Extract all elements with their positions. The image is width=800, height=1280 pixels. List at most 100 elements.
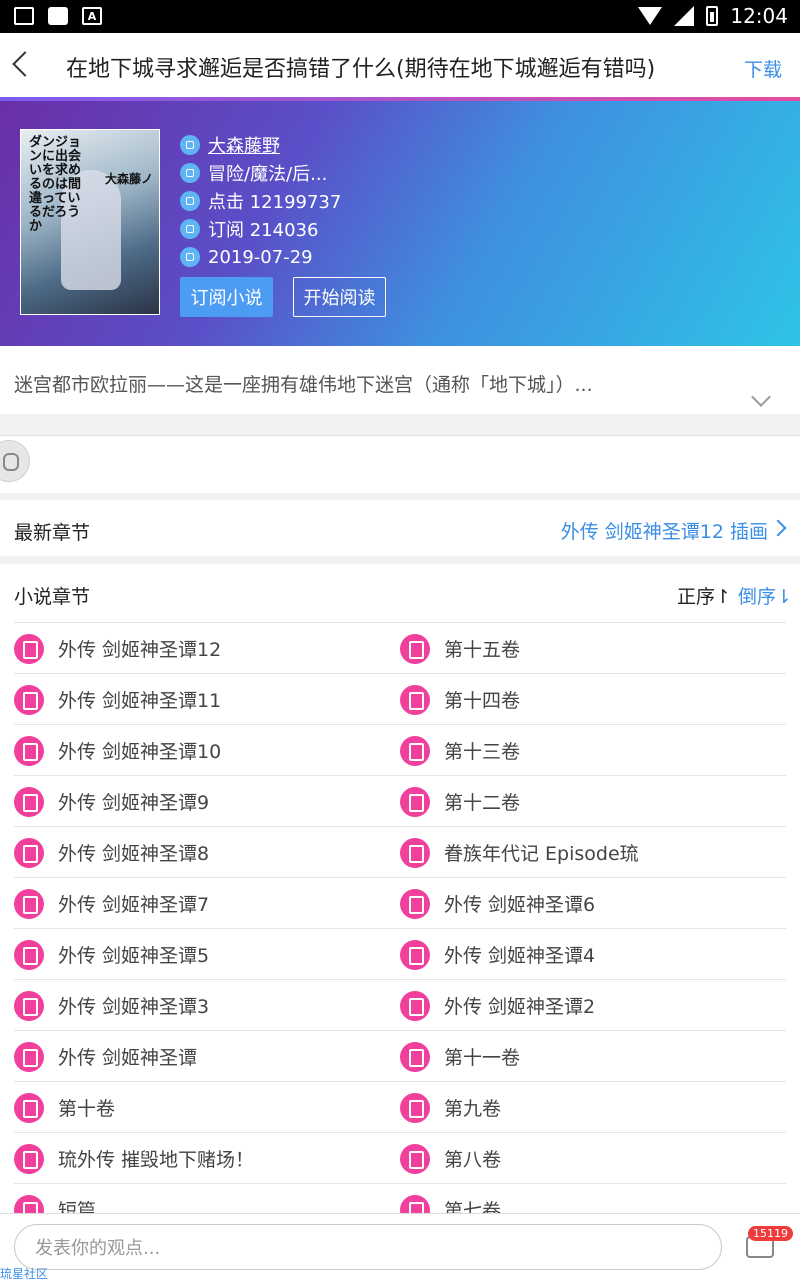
download-button[interactable]: 下载: [744, 55, 782, 82]
chapter-item[interactable]: 外传 剑姬神圣谭4: [400, 929, 595, 980]
battery-icon: [706, 6, 719, 26]
document-icon: [400, 939, 430, 970]
user-icon: [180, 135, 200, 155]
book-hero: ダンジョンに出会いを求めるのは間違っているだろうか 大森藤ノ 大森藤野 冒险/魔…: [0, 101, 800, 346]
document-icon: [14, 1092, 44, 1123]
chapter-item[interactable]: 第十二卷: [400, 776, 520, 827]
chapter-row: 外传 剑姬神圣谭11 第十四卷: [14, 673, 786, 724]
signal-icon: [674, 6, 695, 26]
chapter-item[interactable]: 外传 剑姬神圣谭5: [14, 929, 209, 980]
sort-descending-button[interactable]: 倒序⇂: [738, 582, 792, 609]
latest-chapter-row[interactable]: 最新章节 外传 剑姬神圣谭12 插画: [0, 500, 800, 556]
chapter-title: 外传 剑姬神圣谭3: [58, 996, 210, 1018]
chapter-title: 外传 剑姬神圣谭7: [58, 894, 210, 916]
start-reading-button[interactable]: 开始阅读: [293, 277, 386, 317]
comment-input[interactable]: 发表你的观点...: [14, 1224, 722, 1270]
tag-icon: [180, 163, 200, 183]
back-icon[interactable]: [12, 51, 38, 77]
chapter-item[interactable]: 外传 剑姬神圣谭9: [14, 776, 209, 827]
chapter-item[interactable]: 外传 剑姬神圣谭6: [400, 878, 595, 929]
community-link[interactable]: 琉星社区: [0, 1265, 48, 1280]
click-count: 点击 12199737: [208, 192, 342, 213]
chapter-title: 第十三卷: [444, 741, 521, 763]
document-icon: [14, 1041, 44, 1072]
clock-icon: [180, 247, 200, 267]
synopsis-text: 迷宫都市欧拉丽——这是一座拥有雄伟地下迷宫（通称「地下城」）...: [14, 374, 593, 396]
chapter-title: 外传 剑姬神圣谭: [58, 1047, 198, 1069]
subscribe-button[interactable]: 订阅小说: [180, 277, 273, 317]
tag-row: [0, 435, 800, 493]
chapter-section: 小说章节 正序↾ 倒序⇂ 外传 剑姬神圣谭12 第十五卷 外传 剑姬神圣谭11 …: [0, 564, 800, 1280]
document-icon: [14, 939, 44, 970]
book-meta: 大森藤野 冒险/魔法/后... 点击 12199737 订阅 214036 20…: [180, 131, 341, 271]
chapter-section-title: 小说章节: [14, 586, 91, 608]
text-notification-icon: A: [82, 7, 102, 25]
chapter-row: 外传 剑姬神圣谭5 外传 剑姬神圣谭4: [14, 928, 786, 979]
chapter-row: 外传 剑姬神圣谭 第十一卷: [14, 1030, 786, 1081]
book-cover[interactable]: ダンジョンに出会いを求めるのは間違っているだろうか 大森藤ノ: [20, 129, 160, 315]
comment-bar: 发表你的观点... 15119: [0, 1213, 800, 1280]
chapter-item[interactable]: 外传 剑姬神圣谭7: [14, 878, 209, 929]
chapter-title: 第八卷: [444, 1149, 502, 1171]
chapter-title: 第十四卷: [444, 690, 521, 712]
chapter-title: 第十五卷: [444, 639, 521, 661]
chapter-row: 外传 剑姬神圣谭8 眷族年代记 Episode琉: [14, 826, 786, 877]
chevron-right-icon: [769, 519, 787, 537]
chapter-title: 外传 剑姬神圣谭11: [58, 690, 222, 712]
chapter-title: 外传 剑姬神圣谭4: [444, 945, 596, 967]
chapter-item[interactable]: 外传 剑姬神圣谭: [14, 1031, 197, 1082]
clock: 12:04: [730, 4, 788, 28]
chapter-row: 琉外传 摧毁地下赌场！ 第八卷: [14, 1132, 786, 1183]
chapter-title: 外传 剑姬神圣谭9: [58, 792, 210, 814]
document-icon: [14, 888, 44, 919]
chapter-item[interactable]: 外传 剑姬神圣谭10: [14, 725, 221, 776]
chapter-item[interactable]: 第十四卷: [400, 674, 520, 725]
chapter-title: 外传 剑姬神圣谭2: [444, 996, 596, 1018]
tag-icon: [180, 191, 200, 211]
chapter-title: 琉外传 摧毁地下赌场！: [58, 1149, 255, 1171]
bug-icon[interactable]: [0, 440, 30, 482]
chapter-item[interactable]: 第十三卷: [400, 725, 520, 776]
chapter-row: 外传 剑姬神圣谭3 外传 剑姬神圣谭2: [14, 979, 786, 1030]
document-icon: [400, 837, 430, 868]
document-icon: [14, 684, 44, 715]
document-icon: [400, 888, 430, 919]
chapter-title: 外传 剑姬神圣谭12: [58, 639, 222, 661]
chapter-item[interactable]: 第十五卷: [400, 623, 520, 674]
latest-chapter-link[interactable]: 外传 剑姬神圣谭12 插画: [561, 517, 768, 544]
chapter-item[interactable]: 琉外传 摧毁地下赌场！: [14, 1133, 254, 1184]
notification-icon: [48, 7, 68, 25]
chapter-item[interactable]: 第十一卷: [400, 1031, 520, 1082]
chapter-item[interactable]: 外传 剑姬神圣谭11: [14, 674, 221, 725]
chapter-title: 第九卷: [444, 1098, 502, 1120]
tag-icon: [180, 219, 200, 239]
chapter-title: 第十卷: [58, 1098, 116, 1120]
chapter-item[interactable]: 外传 剑姬神圣谭2: [400, 980, 595, 1031]
sort-ascending-button[interactable]: 正序↾: [677, 582, 731, 609]
comment-count-badge: 15119: [748, 1226, 793, 1241]
chapter-row: 外传 剑姬神圣谭10 第十三卷: [14, 724, 786, 775]
chapter-item[interactable]: 外传 剑姬神圣谭3: [14, 980, 209, 1031]
chapter-title: 外传 剑姬神圣谭5: [58, 945, 210, 967]
page-title: 在地下城寻求邂逅是否搞错了什么(期待在地下城邂逅有错吗): [66, 57, 656, 82]
chapter-item[interactable]: 外传 剑姬神圣谭8: [14, 827, 209, 878]
latest-chapter-label: 最新章节: [14, 522, 91, 544]
chapter-row: 外传 剑姬神圣谭9 第十二卷: [14, 775, 786, 826]
author-link[interactable]: 大森藤野: [208, 132, 280, 158]
chapter-title: 眷族年代记 Episode琉: [444, 843, 639, 865]
chapter-item[interactable]: 第八卷: [400, 1133, 501, 1184]
status-bar: A 12:04: [0, 0, 800, 33]
cover-title: ダンジョンに出会いを求めるのは間違っているだろうか: [29, 135, 82, 234]
chapter-item[interactable]: 外传 剑姬神圣谭12: [14, 623, 221, 674]
document-icon: [14, 633, 44, 664]
chapter-title: 外传 剑姬神圣谭10: [58, 741, 222, 763]
wifi-icon: [638, 7, 663, 25]
document-icon: [400, 684, 430, 715]
chapter-item[interactable]: 第九卷: [400, 1082, 501, 1133]
chevron-down-icon[interactable]: [751, 387, 771, 407]
subscription-count: 订阅 214036: [208, 220, 319, 241]
chapter-item[interactable]: 第十卷: [14, 1082, 115, 1133]
synopsis-section[interactable]: 迷宫都市欧拉丽——这是一座拥有雄伟地下迷宫（通称「地下城」）...: [0, 346, 800, 414]
document-icon: [400, 1041, 430, 1072]
chapter-item[interactable]: 眷族年代记 Episode琉: [400, 827, 639, 878]
